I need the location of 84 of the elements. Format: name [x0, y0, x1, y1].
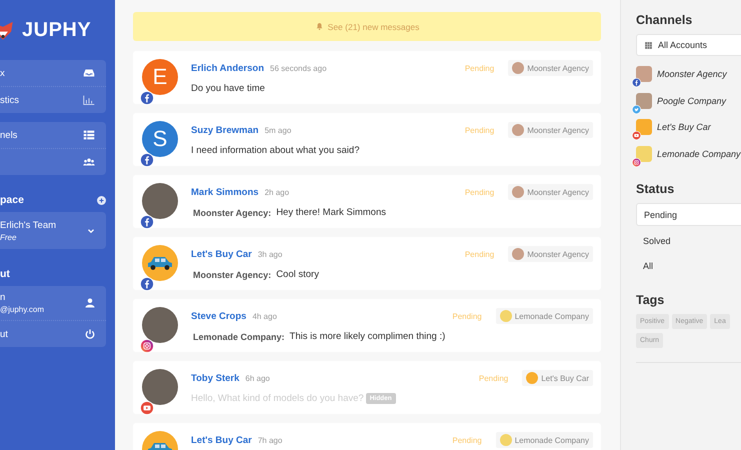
instagram-icon — [632, 158, 641, 167]
message-time: 6h ago — [245, 374, 270, 382]
facebook-icon — [632, 78, 641, 88]
nav-item[interactable]: nels — [0, 122, 106, 148]
contact-name[interactable]: Steve Crops — [191, 310, 246, 322]
status-option[interactable]: Pending — [636, 203, 741, 226]
section-heading: ut — [0, 268, 10, 280]
team-selector[interactable]: Erlich's Team Free — [0, 212, 106, 249]
status-label: Pending — [464, 188, 494, 196]
section-heading: Channels — [636, 13, 694, 27]
account-tag: Lemonade Company — [496, 308, 593, 324]
message-time: 4h ago — [252, 312, 277, 320]
message-text: This is more likely complimen thing :) — [290, 331, 446, 342]
account-tag: Let's Buy Car — [522, 370, 593, 386]
instagram-icon — [140, 339, 154, 353]
channel-item[interactable]: Poogle Company — [636, 88, 741, 114]
twitter-icon — [632, 104, 641, 114]
letter-avatar: S — [142, 121, 178, 157]
facebook-icon — [140, 153, 154, 167]
contact-name[interactable]: Mark Simmons — [191, 186, 259, 198]
grid-icon — [644, 40, 653, 50]
message-card[interactable]: Steve Crops 4h ago Pending Lemonade Company Lemonade Company: This is more likely complimen thing :) — [133, 299, 601, 352]
contact-name[interactable]: Toby Sterk — [191, 372, 240, 384]
status-option[interactable]: All — [636, 253, 741, 278]
section-heading: Status — [636, 182, 676, 196]
message-time: 56 seconds ago — [270, 64, 327, 72]
message-text: Hey there! Mark Simmons — [276, 207, 386, 218]
facebook-icon — [140, 215, 154, 229]
account-tag: Lemonade Company — [496, 432, 593, 448]
sender-label: Moonster Agency: — [193, 270, 272, 280]
message-text: I need information about what you said? — [191, 145, 360, 156]
nav-item[interactable]: x — [0, 60, 106, 86]
message-time: 2h ago — [264, 188, 290, 196]
status-label: Pending — [452, 436, 482, 444]
channel-item[interactable]: Lemonade Company — [636, 140, 741, 167]
photo-placeholder — [142, 183, 178, 219]
contact-name[interactable]: Erlich Anderson — [191, 62, 264, 74]
sender-label: Moonster Agency: — [193, 208, 272, 218]
all-accounts-option[interactable]: All Accounts — [636, 34, 741, 56]
message-card[interactable]: Mark Simmons 2h ago Pending Moonster Agency Moonster Agency: Hey there! Mark Simmons — [133, 175, 601, 228]
list-icon — [82, 128, 96, 142]
photo-placeholder — [142, 307, 178, 343]
message-card[interactable]: Let's Buy Car 3h ago Pending Moonster Agency Moonster Agency: Cool story — [133, 237, 601, 290]
account-tag: Moonster Agency — [508, 246, 593, 262]
youtube-icon — [140, 401, 154, 415]
contact-name[interactable]: Let's Buy Car — [191, 434, 252, 446]
contact-name[interactable]: Let's Buy Car — [191, 248, 252, 260]
message-card[interactable]: S Suzy Brewman 5m ago Pending Moonster Agency I need information about what you said? — [133, 113, 601, 166]
account-tag: Moonster Agency — [508, 60, 593, 76]
letter-avatar: E — [142, 59, 178, 95]
account-tag: Moonster Agency — [508, 122, 593, 138]
status-label: Pending — [478, 374, 508, 382]
message-card[interactable]: E Erlich Anderson 56 seconds ago Pending Moonster Agency Do you have time — [133, 51, 601, 104]
section-heading: Tags — [636, 293, 666, 307]
status-label: Pending — [464, 126, 494, 134]
section-heading: pace — [0, 194, 24, 206]
channel-item[interactable]: Moonster Agency — [636, 61, 741, 88]
message-time: 7h ago — [258, 436, 282, 444]
nav-item[interactable]: stics — [0, 86, 106, 113]
facebook-icon — [140, 277, 154, 291]
logout-item[interactable]: ut — [0, 320, 106, 347]
contact-name[interactable]: Suzy Brewman — [191, 124, 259, 136]
sender-label: Lemonade Company: — [193, 332, 285, 342]
message-text: Cool story — [276, 269, 319, 280]
bar-chart-icon — [82, 93, 96, 107]
account-tag: Moonster Agency — [508, 184, 593, 200]
bell-icon — [314, 22, 324, 31]
message-time: 5m ago — [264, 126, 292, 134]
add-circle-icon — [96, 194, 107, 206]
user-profile[interactable]: n @juphy.com — [0, 286, 106, 320]
brand-name: JUPHY — [22, 18, 92, 42]
photo-placeholder — [142, 369, 178, 405]
message-text: Do you have time — [191, 83, 265, 94]
status-option[interactable]: Solved — [636, 228, 741, 253]
message-card[interactable]: Let's Buy Car 7h ago Pending Lemonade Company — [133, 423, 601, 450]
user-icon — [84, 297, 96, 309]
status-label: Pending — [464, 64, 494, 72]
facebook-icon — [140, 91, 154, 105]
power-icon — [84, 328, 96, 340]
channel-item[interactable]: Let's Buy Car — [636, 114, 741, 140]
status-label: Pending — [464, 250, 494, 258]
status-label: Pending — [452, 312, 482, 320]
message-time: 3h ago — [258, 250, 282, 258]
youtube-icon — [632, 131, 641, 140]
